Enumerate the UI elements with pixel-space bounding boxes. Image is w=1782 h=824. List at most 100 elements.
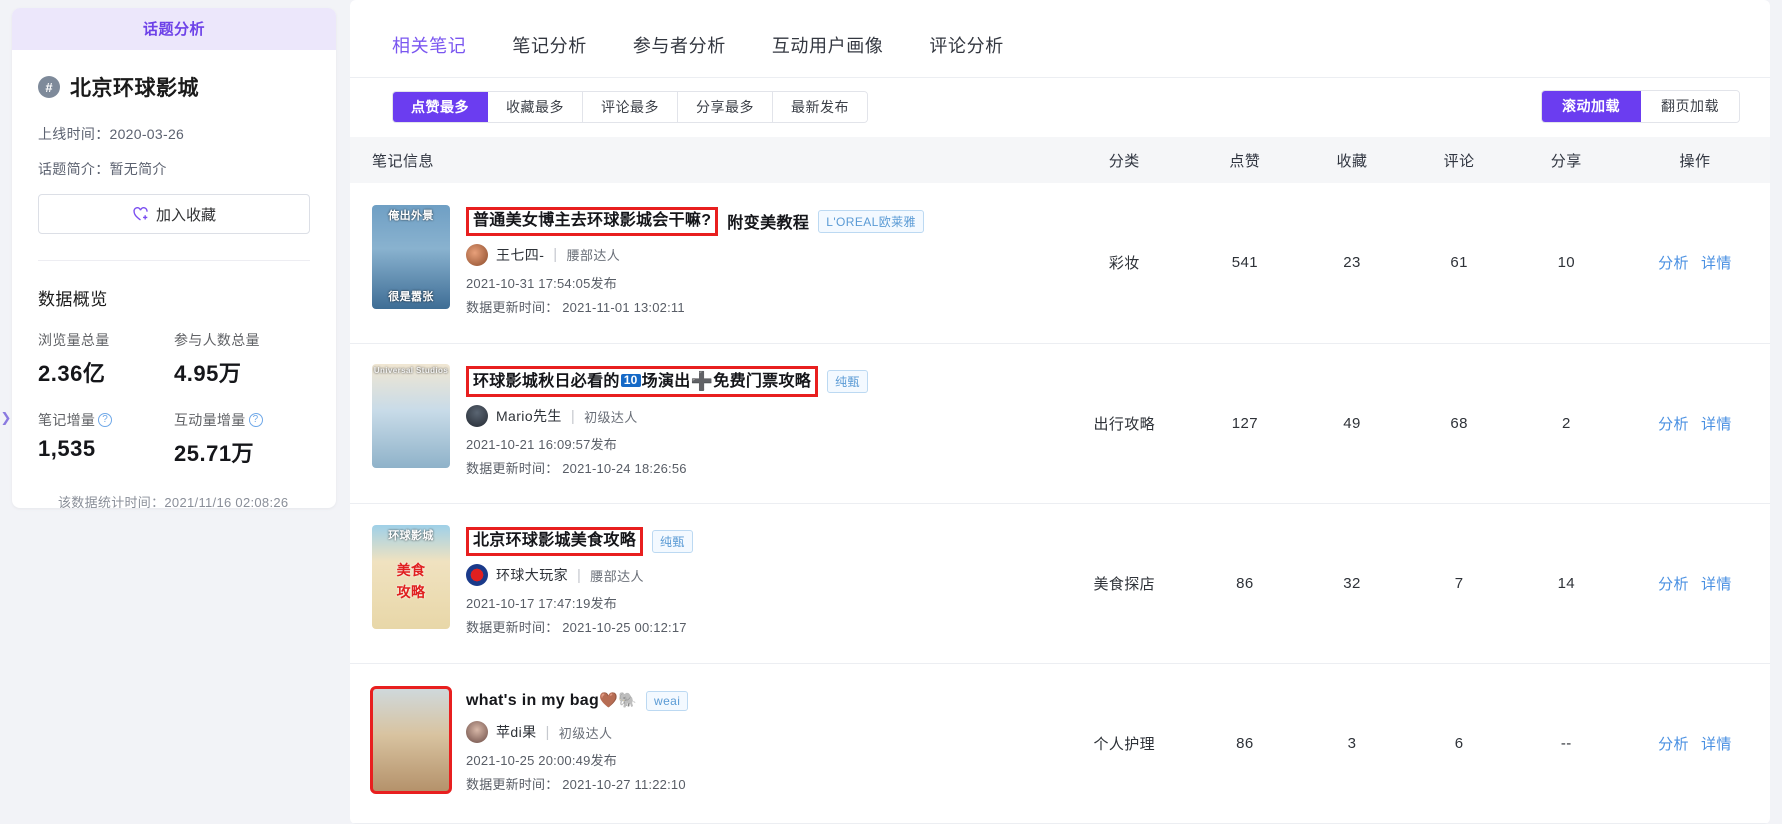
tab-interaction-user-profile[interactable]: 互动用户画像 xyxy=(772,32,884,74)
help-icon[interactable]: ? xyxy=(248,413,263,427)
online-time-value: 2020-03-26 xyxy=(109,126,185,142)
table-row: what's in my bag🤎🐘 weai 苹di果 | 初级达人 2021… xyxy=(350,663,1770,824)
author-level: 初级达人 xyxy=(584,409,638,425)
stat-views-value: 2.36亿 xyxy=(38,361,106,386)
note-title[interactable]: 普通美女博主去环球影城会干嘛? xyxy=(466,206,719,236)
detail-link[interactable]: 详情 xyxy=(1701,576,1732,593)
separator: | xyxy=(545,723,550,741)
col-operations: 操作 xyxy=(1619,137,1770,183)
analyze-link[interactable]: 分析 xyxy=(1658,416,1689,433)
stat-time-row: 该数据统计时间：2021/11/16 02:08:26 xyxy=(38,492,310,508)
sort-most-comments[interactable]: 评论最多 xyxy=(583,91,678,122)
sidebar-collapse-toggle[interactable]: ❯ xyxy=(0,401,12,435)
heart-plus-icon xyxy=(132,206,149,222)
analyze-link[interactable]: 分析 xyxy=(1658,736,1689,753)
author-name[interactable]: 王七四- xyxy=(496,245,544,265)
author-name[interactable]: 苹di果 xyxy=(496,722,537,742)
sort-newest[interactable]: 最新发布 xyxy=(773,91,867,122)
note-title[interactable]: 环球影城秋日必看的 10 场演出➕免费门票攻略 xyxy=(466,365,819,398)
tab-note-analysis[interactable]: 笔记分析 xyxy=(512,32,586,74)
note-thumbnail[interactable]: Universal Studios xyxy=(372,363,450,468)
separator: | xyxy=(553,246,558,264)
detail-link[interactable]: 详情 xyxy=(1701,736,1732,753)
publish-time-line: 2021-10-31 17:54:05发布 xyxy=(466,273,924,292)
tab-participant-analysis[interactable]: 参与者分析 xyxy=(633,32,726,74)
cell-shares: 2 xyxy=(1512,343,1620,504)
cell-comments: 6 xyxy=(1405,663,1513,824)
note-thumbnail[interactable]: 俺出外景 很是嚣张 xyxy=(372,204,450,309)
load-mode-paged[interactable]: 翻页加载 xyxy=(1641,91,1739,122)
sort-most-likes[interactable]: 点赞最多 xyxy=(393,91,488,122)
add-favorite-button[interactable]: 加入收藏 xyxy=(38,194,310,234)
update-label: 数据更新时间： xyxy=(466,620,559,636)
note-tag[interactable]: L'OREAL欧莱雅 xyxy=(818,209,924,233)
note-tag[interactable]: 纯甄 xyxy=(827,370,868,393)
stat-note-growth-label: 笔记增量 xyxy=(38,412,96,428)
avatar xyxy=(466,405,488,428)
update-label: 数据更新时间： xyxy=(466,461,559,477)
cell-category: 彩妆 xyxy=(1057,183,1192,344)
separator: | xyxy=(570,407,576,425)
col-note-info: 笔记信息 xyxy=(350,137,1058,183)
tab-comment-analysis[interactable]: 评论分析 xyxy=(929,32,1003,74)
update-time-line: 数据更新时间： 2021-10-24 18:26:56 xyxy=(466,458,868,477)
stat-interaction-growth: 互动量增量? 25.71万 xyxy=(174,410,310,468)
page-scrollbar[interactable] xyxy=(1762,0,1770,824)
update-time-line: 数据更新时间： 2021-11-01 13:02:11 xyxy=(466,297,924,316)
update-time: 2021-10-27 11:22:10 xyxy=(562,777,686,793)
note-title[interactable]: what's in my bag🤎🐘 xyxy=(466,690,637,713)
intro-label: 话题简介： xyxy=(38,161,110,177)
tab-bar: 相关笔记 笔记分析 参与者分析 互动用户画像 评论分析 xyxy=(350,0,1770,78)
cell-comments: 7 xyxy=(1405,503,1513,664)
author-level: 腰部达人 xyxy=(566,248,621,264)
note-info-cell: 俺出外景 很是嚣张 普通美女博主去环球影城会干嘛? 附变美教程 L'OREAL欧… xyxy=(350,183,1058,344)
thumbnail-caption-top: 俺出外景 xyxy=(388,209,434,222)
cell-comments: 68 xyxy=(1405,343,1513,504)
online-time-row: 上线时间：2020-03-26 xyxy=(38,124,310,144)
cell-category: 个人护理 xyxy=(1057,663,1192,824)
note-tag[interactable]: 纯甄 xyxy=(652,529,693,553)
thumbnail-caption-top: 环球影城 xyxy=(388,529,434,542)
topic-analysis-page: 话题分析 # 北京环球影城 上线时间：2020-03-26 话题简介：暂无简介 xyxy=(0,0,1782,824)
publish-time: 2021-10-31 17:54:05 xyxy=(466,275,591,291)
update-time-line: 数据更新时间： 2021-10-25 00:12:17 xyxy=(466,617,693,636)
analyze-link[interactable]: 分析 xyxy=(1658,576,1689,593)
sort-most-collects[interactable]: 收藏最多 xyxy=(488,91,583,122)
detail-link[interactable]: 详情 xyxy=(1701,416,1732,433)
online-time-label: 上线时间： xyxy=(38,126,110,142)
publish-suffix: 发布 xyxy=(590,275,617,291)
author-name[interactable]: 环球大玩家 xyxy=(496,565,568,585)
note-thumbnail[interactable]: 环球影城 美食 攻略 xyxy=(372,524,450,629)
avatar xyxy=(466,564,488,587)
filter-row: 点赞最多 收藏最多 评论最多 分享最多 最新发布 滚动加载 翻页加载 xyxy=(350,78,1770,137)
stat-interaction-growth-label: 互动量增量 xyxy=(174,412,246,428)
sidebar-divider xyxy=(38,260,310,261)
stat-time-label: 该数据统计时间： xyxy=(58,495,165,508)
note-title-badge: 10 xyxy=(620,373,641,388)
note-tag[interactable]: weai xyxy=(646,691,689,712)
add-favorite-label: 加入收藏 xyxy=(155,206,216,224)
cell-likes: 86 xyxy=(1191,503,1299,664)
detail-link[interactable]: 详情 xyxy=(1701,255,1732,272)
help-icon[interactable]: ? xyxy=(98,413,113,427)
update-time-line: 数据更新时间： 2021-10-27 11:22:10 xyxy=(466,774,688,793)
analyze-link[interactable]: 分析 xyxy=(1658,255,1689,272)
author-name[interactable]: Mario先生 xyxy=(496,406,562,426)
load-mode-scroll[interactable]: 滚动加载 xyxy=(1542,91,1641,122)
note-info-cell: Universal Studios 环球影城秋日必看的 10 场演出➕免费门票攻略 … xyxy=(350,343,1058,504)
cell-likes: 541 xyxy=(1191,183,1299,344)
thumbnail-caption-top: Universal Studios xyxy=(373,365,449,375)
cell-shares: -- xyxy=(1512,663,1620,824)
table-row: 俺出外景 很是嚣张 普通美女博主去环球影城会干嘛? 附变美教程 L'OREAL欧… xyxy=(350,183,1770,344)
tab-related-notes[interactable]: 相关笔记 xyxy=(392,32,466,74)
sort-most-shares[interactable]: 分享最多 xyxy=(678,91,773,122)
note-title[interactable]: 北京环球影城美食攻略 xyxy=(466,526,644,557)
plus-icon: ➕ xyxy=(690,370,714,391)
stat-views-label: 浏览量总量 xyxy=(38,332,110,348)
sidebar: 话题分析 # 北京环球影城 上线时间：2020-03-26 话题简介：暂无简介 xyxy=(0,0,350,824)
note-thumbnail[interactable] xyxy=(370,685,452,794)
stat-grid: 浏览量总量 2.36亿 参与人数总量 4.95万 笔记增量? 1,535 互动量… xyxy=(38,330,310,490)
publish-time: 2021-10-25 20:00:49 xyxy=(466,753,591,769)
avatar xyxy=(466,721,488,744)
note-info-cell: 环球影城 美食 攻略 北京环球影城美食攻略 纯甄 环球大玩家 | 腰部达人 20… xyxy=(350,503,1058,664)
